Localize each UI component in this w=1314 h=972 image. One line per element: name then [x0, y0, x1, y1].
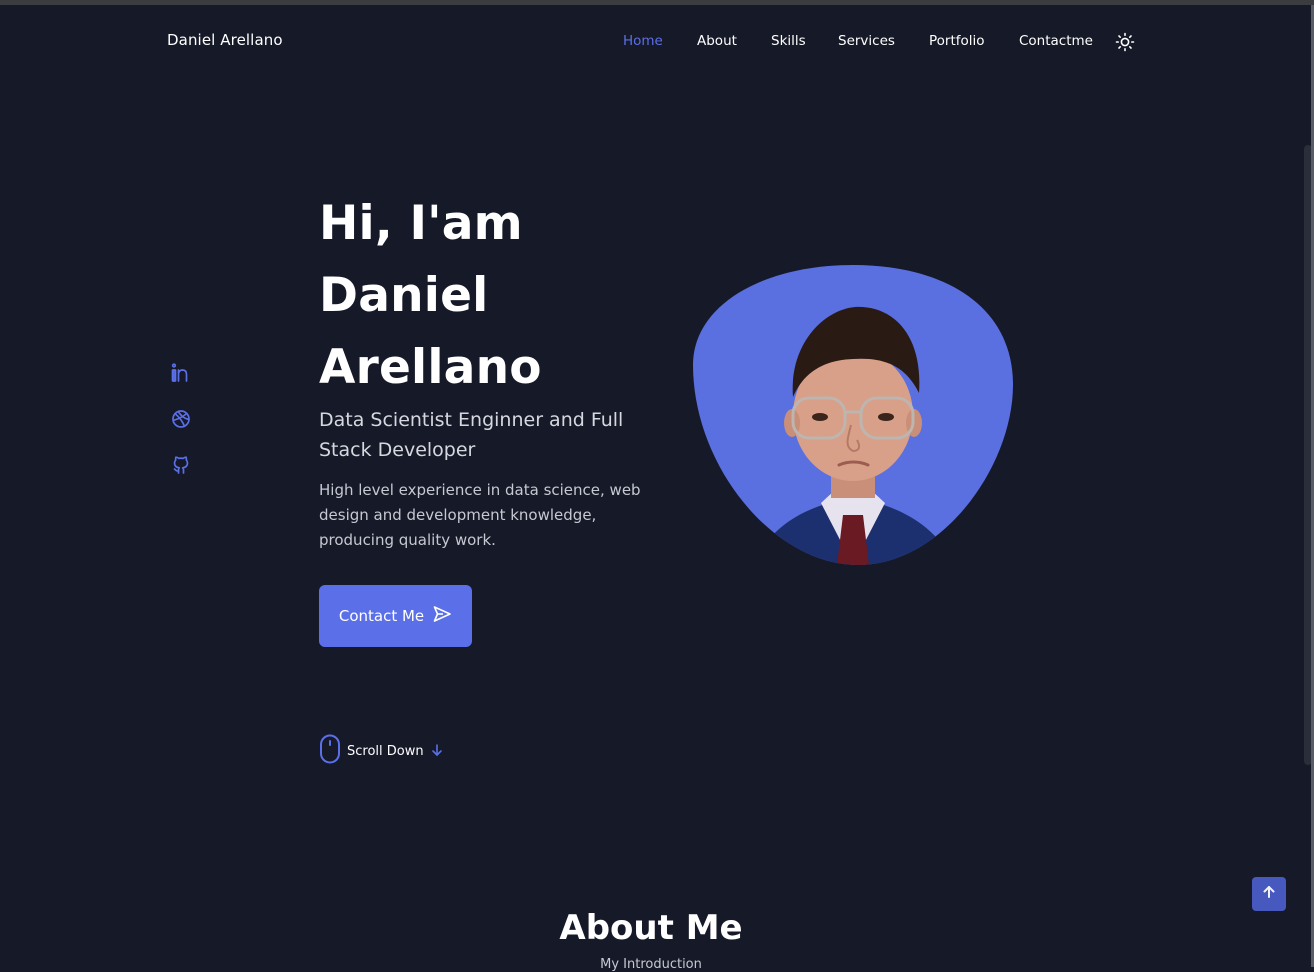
- about-section-title: About Me: [559, 908, 743, 948]
- dribbble-icon[interactable]: [170, 408, 192, 430]
- nav-contactme[interactable]: Contactme: [1019, 33, 1093, 49]
- mouse-icon: [319, 734, 341, 768]
- contact-button-label: Contact Me: [338, 607, 425, 625]
- nav-home[interactable]: Home: [623, 33, 663, 49]
- linkedin-icon[interactable]: [170, 362, 192, 384]
- nav-about[interactable]: About: [697, 33, 737, 49]
- scroll-down-link[interactable]: Scroll Down: [319, 734, 444, 768]
- sun-icon[interactable]: [1115, 32, 1135, 52]
- hero-title-last-name: Arellano: [319, 340, 542, 395]
- scroll-to-top-button[interactable]: [1252, 877, 1286, 911]
- send-icon: [432, 604, 452, 628]
- hero-subtitle: Data Scientist Enginner and Full Stack D…: [319, 409, 624, 461]
- hero-description: High level experience in data science, w…: [319, 481, 641, 549]
- arrow-up-icon: [1261, 884, 1277, 904]
- profile-image: [693, 265, 1013, 565]
- about-section-subtitle: My Introduction: [600, 957, 702, 972]
- hero-title-greeting: Hi, I'am: [319, 196, 523, 251]
- nav-services[interactable]: Services: [838, 33, 895, 49]
- hero-title: Hi, I'am Daniel Arellano: [319, 188, 542, 404]
- contact-me-button[interactable]: Contact Me: [319, 585, 472, 647]
- site-logo[interactable]: Daniel Arellano: [167, 31, 283, 49]
- browser-top-border: [0, 0, 1314, 5]
- scroll-down-label: Scroll Down: [347, 743, 424, 759]
- arrow-down-icon: [430, 742, 444, 761]
- nav-skills[interactable]: Skills: [771, 33, 806, 49]
- nav-portfolio[interactable]: Portfolio: [929, 33, 985, 49]
- hero-title-first-name: Daniel: [319, 268, 489, 323]
- github-icon[interactable]: [170, 454, 192, 476]
